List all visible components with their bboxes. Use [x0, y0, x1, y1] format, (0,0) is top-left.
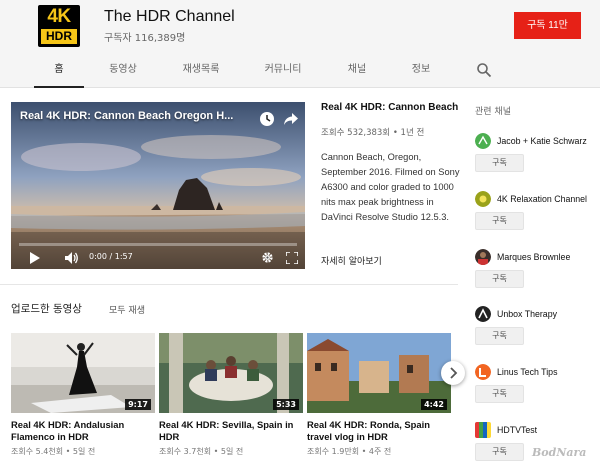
tab-videos[interactable]: 동영상: [96, 52, 150, 88]
related-channel[interactable]: Linus Tech Tips 구독: [475, 364, 600, 404]
related-channel-name[interactable]: Marques Brownlee: [497, 252, 570, 262]
share-icon[interactable]: [283, 112, 299, 126]
related-channel[interactable]: 4K Relaxation Channel 구독: [475, 191, 600, 231]
featured-video-title[interactable]: Real 4K HDR: Cannon Beach ...: [321, 102, 461, 113]
video-thumbnail[interactable]: 9:17: [11, 333, 155, 413]
video-title[interactable]: Real 4K HDR: Andalusian Flamenco in HDR: [11, 419, 155, 443]
player-video-title[interactable]: Real 4K HDR: Cannon Beach Oregon H...: [20, 110, 233, 122]
related-channel[interactable]: Unbox Therapy 구독: [475, 306, 600, 346]
tab-home[interactable]: 홈: [34, 52, 84, 88]
carousel-next-button[interactable]: [441, 361, 465, 385]
related-subscribe-button[interactable]: 구독: [475, 443, 524, 461]
featured-video-meta: 조회수 532,383회 • 1년 전: [321, 128, 425, 138]
channel-avatar[interactable]: [475, 191, 491, 207]
video-title[interactable]: Real 4K HDR: Ronda, Spain travel vlog in…: [307, 419, 451, 443]
related-channel-name[interactable]: Unbox Therapy: [497, 309, 557, 319]
video-card[interactable]: 4:42 Real 4K HDR: Ronda, Spain travel vl…: [307, 333, 451, 457]
play-all-link[interactable]: 모두 재생: [109, 303, 145, 316]
related-channel-name[interactable]: HDTVTest: [497, 425, 537, 435]
related-channel-name[interactable]: Jacob + Katie Schwarz: [497, 136, 587, 146]
related-channel[interactable]: Marques Brownlee 구독: [475, 249, 600, 289]
related-subscribe-button[interactable]: 구독: [475, 154, 524, 172]
related-channels-title: 관련 채널: [475, 107, 511, 117]
tab-channels[interactable]: 채널: [336, 52, 378, 88]
channel-avatar[interactable]: [475, 364, 491, 380]
video-title[interactable]: Real 4K HDR: Sevilla, Spain in HDR: [159, 419, 303, 443]
avatar-fill: [483, 422, 487, 438]
related-subscribe-button[interactable]: 구독: [475, 327, 524, 345]
watch-later-icon[interactable]: [259, 111, 275, 127]
player-time: 0:00 / 1:57: [89, 252, 133, 261]
subscribe-button[interactable]: 구독 11만: [514, 12, 581, 39]
avatar-fill: [475, 133, 491, 149]
tab-about[interactable]: 정보: [400, 52, 442, 88]
settings-gear-icon[interactable]: [261, 251, 274, 264]
subscriber-count: 구독자 116,389명: [104, 33, 186, 44]
volume-icon[interactable]: [65, 252, 79, 264]
channel-header: 4K HDR The HDR Channel 구독자 116,389명 구독 1…: [0, 0, 600, 52]
channel-avatar[interactable]: [475, 306, 491, 322]
video-duration: 4:42: [421, 399, 447, 410]
uploads-section-title[interactable]: 업로드한 동영상: [11, 301, 82, 316]
video-duration: 5:33: [273, 399, 299, 410]
tab-playlists[interactable]: 재생목록: [170, 52, 232, 88]
section-divider: [0, 284, 458, 285]
search-icon[interactable]: [476, 62, 492, 78]
channel-name: The HDR Channel: [104, 8, 235, 25]
related-subscribe-button[interactable]: 구독: [475, 270, 524, 288]
channel-avatar[interactable]: [475, 133, 491, 149]
video-card[interactable]: 9:17 Real 4K HDR: Andalusian Flamenco in…: [11, 333, 155, 457]
logo-4k-text: 4K: [47, 6, 71, 27]
channel-avatar[interactable]: [475, 249, 491, 265]
channel-logo[interactable]: 4K HDR: [38, 5, 80, 47]
related-subscribe-button[interactable]: 구독: [475, 212, 524, 230]
video-duration: 9:17: [125, 399, 151, 410]
watermark: BodNara: [532, 446, 587, 459]
featured-video-description: Cannon Beach, Oregon, September 2016. Fi…: [321, 152, 460, 222]
video-meta: 조회수 5.4천회 • 5일 전: [11, 447, 96, 456]
read-more-link[interactable]: 자세히 알아보기: [321, 254, 382, 267]
avatar-fill: [475, 364, 491, 380]
channel-tabs: 홈 동영상 재생목록 커뮤니티 채널 정보: [0, 52, 600, 88]
player-progress-bar[interactable]: [19, 243, 297, 246]
play-icon[interactable]: [29, 252, 41, 264]
video-thumbnail[interactable]: 5:33: [159, 333, 303, 413]
related-channel[interactable]: Jacob + Katie Schwarz 구독: [475, 133, 600, 173]
logo-hdr-text: HDR: [41, 29, 77, 44]
featured-video-player[interactable]: Real 4K HDR: Cannon Beach Oregon H... 0:…: [11, 102, 305, 269]
related-subscribe-button[interactable]: 구독: [475, 385, 524, 403]
channel-avatar[interactable]: [475, 422, 491, 438]
fullscreen-icon[interactable]: [286, 252, 298, 264]
related-channel-name[interactable]: Linus Tech Tips: [497, 367, 557, 377]
video-meta: 조회수 3.7천회 • 5일 전: [159, 447, 244, 456]
related-channel-name[interactable]: 4K Relaxation Channel: [497, 194, 587, 204]
video-meta: 조회수 1.9만회 • 4주 전: [307, 447, 392, 456]
tab-community[interactable]: 커뮤니티: [252, 52, 314, 88]
video-thumbnail[interactable]: 4:42: [307, 333, 451, 413]
chevron-right-icon: [450, 367, 458, 379]
video-card[interactable]: 5:33 Real 4K HDR: Sevilla, Spain in HDR …: [159, 333, 303, 457]
